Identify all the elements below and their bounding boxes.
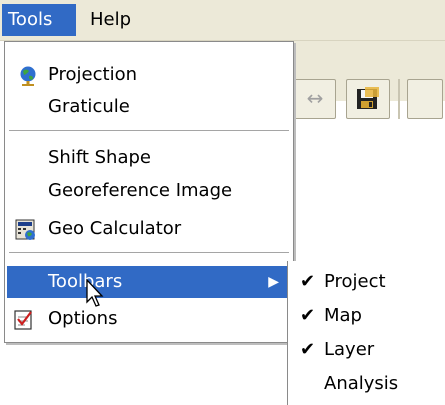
menu-item-label: Projection (48, 64, 138, 85)
menu-item-shift-shape[interactable]: Shift Shape (7, 142, 291, 174)
submenu-item-layer[interactable]: ✔ Layer (288, 333, 445, 367)
mouse-cursor-icon (86, 279, 104, 307)
menu-item-georeference-image[interactable]: Georeference Image (7, 175, 291, 207)
submenu-arrow-icon: ▶ (268, 274, 279, 290)
checklist-icon (14, 310, 32, 330)
toolbar-separator (398, 79, 400, 119)
menu-item-label: Options (48, 308, 118, 329)
menu-item-geo-calculator[interactable]: Geo Calculator (7, 213, 291, 245)
menu-separator (9, 252, 289, 254)
menu-item-toolbars[interactable]: Toolbars ▶ (7, 266, 291, 298)
menu-bar: Tools Help (0, 0, 445, 41)
submenu-item-analysis[interactable]: Analysis (288, 367, 445, 401)
menu-tools[interactable]: Tools (2, 4, 76, 36)
submenu-item-label: Map (324, 305, 362, 326)
toolbars-submenu: ✔ Project ✔ Map ✔ Layer Analysis (287, 261, 445, 405)
menu-separator (9, 130, 289, 132)
menu-help[interactable]: Help (84, 4, 137, 36)
pan-arrows-button[interactable]: ↔ (294, 79, 336, 119)
menu-item-label: Shift Shape (48, 147, 151, 168)
submenu-item-label: Analysis (324, 373, 399, 394)
checkmark-icon: ✔ (300, 339, 316, 360)
menu-item-label: Geo Calculator (48, 218, 182, 239)
checkmark-icon: ✔ (300, 305, 316, 326)
menu-item-label: Graticule (48, 96, 130, 117)
submenu-item-map[interactable]: ✔ Map (288, 299, 445, 333)
toolbar-button[interactable] (407, 79, 443, 119)
double-arrow-icon: ↔ (306, 86, 324, 110)
menu-item-projection[interactable]: Projection (7, 59, 291, 91)
menu-item-options[interactable]: Options (7, 303, 291, 335)
submenu-item-project[interactable]: ✔ Project (288, 265, 445, 299)
tools-menu: Projection Graticule Shift Shape Georefe… (4, 41, 294, 343)
checkmark-icon: ✔ (300, 271, 316, 292)
save-layer-button[interactable] (346, 79, 390, 119)
menu-item-label: Georeference Image (48, 180, 233, 201)
save-icon (357, 87, 379, 109)
globe-icon (20, 66, 36, 86)
submenu-item-label: Layer (324, 339, 375, 360)
menu-item-graticule[interactable]: Graticule (7, 91, 291, 123)
calculator-icon (15, 219, 35, 240)
submenu-item-label: Project (324, 271, 386, 292)
